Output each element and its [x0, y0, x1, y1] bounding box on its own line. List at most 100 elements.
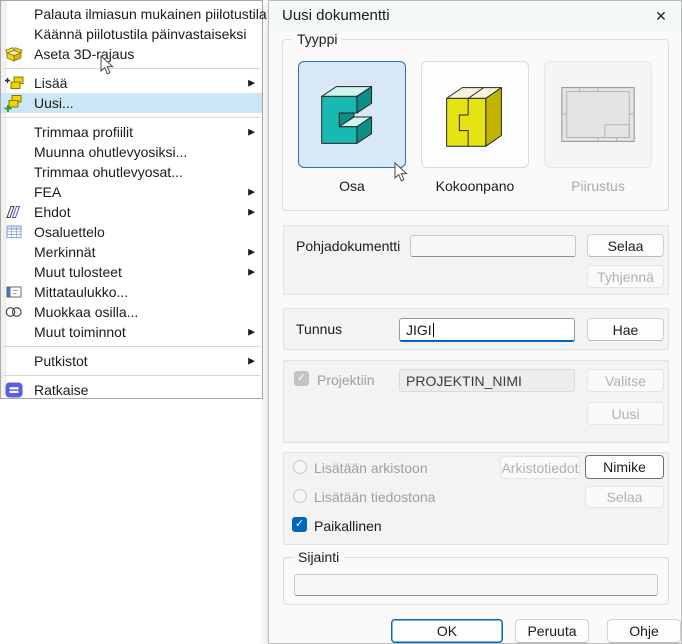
- menu-item-label: Putkistot: [34, 353, 88, 369]
- menu-separator: [1, 371, 262, 380]
- type-option-piirustus: [544, 61, 652, 168]
- mouse-cursor: [394, 162, 408, 188]
- type-label-piirustus: Piirustus: [544, 178, 652, 194]
- project-label: Projektiin: [317, 372, 375, 388]
- menu-item-label: Palauta ilmiasun mukainen piilotustila: [34, 6, 267, 22]
- new-project-button: Uusi: [587, 402, 664, 425]
- menu-separator: [1, 342, 262, 351]
- edit-with-parts-icon: [3, 303, 25, 321]
- menu-item-label: Mittataulukko...: [34, 284, 128, 300]
- base-document-label: Pohjadokumentti: [296, 238, 400, 254]
- menu-item-ehdot[interactable]: Ehdot ▶: [1, 202, 262, 222]
- menu-separator: [1, 64, 262, 73]
- help-button[interactable]: Ohje: [607, 619, 681, 643]
- submenu-arrow-icon: ▶: [248, 187, 255, 198]
- menu-item-label: Käännä piilotustila päinvastaiseksi: [34, 26, 246, 42]
- identifier-label: Tunnus: [296, 321, 342, 337]
- mouse-cursor: [100, 55, 114, 81]
- menu-item-trimmaa-profiilit[interactable]: Trimmaa profiilit ▶: [1, 122, 262, 142]
- menu-item-label: Ehdot: [34, 204, 71, 220]
- location-groupbox-label: Sijainti: [293, 549, 344, 566]
- new-document-dialog: Uusi dokumentti ✕ Tyyppi: [268, 0, 682, 644]
- browse-file-button: Selaa: [585, 486, 664, 508]
- drawing-sheet-icon: [554, 71, 642, 159]
- submenu-arrow-icon: ▶: [248, 267, 255, 278]
- menu-item-ratkaise[interactable]: Ratkaise: [1, 380, 262, 400]
- clear-base-document-button: Tyhjennä: [587, 265, 664, 288]
- ok-button[interactable]: OK: [391, 619, 503, 643]
- menu-separator: [1, 113, 262, 122]
- project-checkbox: ✓: [294, 371, 309, 386]
- dialog-titlebar: Uusi dokumentti ✕: [269, 1, 681, 31]
- submenu-arrow-icon: ▶: [248, 327, 255, 338]
- type-option-osa[interactable]: [298, 61, 406, 168]
- menu-item-label: Ratkaise: [34, 382, 88, 398]
- menu-item-kaanna-piilotustila[interactable]: Käännä piilotustila päinvastaiseksi: [1, 24, 262, 44]
- location-groupbox: Sijainti: [283, 557, 669, 605]
- archive-radio: [293, 460, 307, 474]
- menu-item-osaluettelo[interactable]: Osaluettelo: [1, 222, 262, 242]
- menu-item-label: Muunna ohutlevyosiksi...: [34, 144, 187, 160]
- menu-item-label: Trimmaa profiilit: [34, 124, 133, 140]
- menu-item-label: FEA: [34, 184, 61, 200]
- file-radio-label: Lisätään tiedostona: [314, 489, 435, 505]
- menu-item-aseta-3d-rajaus[interactable]: Aseta 3D-rajaus: [1, 44, 262, 64]
- type-option-kokoonpano[interactable]: [421, 61, 529, 168]
- menu-item-putkistot[interactable]: Putkistot ▶: [1, 351, 262, 371]
- solve-icon: [3, 381, 25, 399]
- archive-radio-label: Lisätään arkistoon: [314, 460, 428, 476]
- menu-item-merkinnat[interactable]: Merkinnät ▶: [1, 242, 262, 262]
- menu-item-muokkaa-osilla[interactable]: Muokkaa osilla...: [1, 302, 262, 322]
- select-project-button: Valitse: [587, 369, 664, 392]
- cancel-button[interactable]: Peruuta: [515, 619, 589, 643]
- context-menu: Palauta ilmiasun mukainen piilotustila K…: [0, 0, 263, 399]
- menu-item-muut-toiminnot[interactable]: Muut toiminnot ▶: [1, 322, 262, 342]
- submenu-arrow-icon: ▶: [248, 207, 255, 218]
- base-document-panel: Pohjadokumentti Selaa Tyhjennä: [283, 225, 669, 295]
- type-label-kokoonpano: Kokoonpano: [421, 178, 529, 194]
- menu-item-label: Muut tulosteet: [34, 264, 122, 280]
- menu-item-muut-tulosteet[interactable]: Muut tulosteet ▶: [1, 262, 262, 282]
- menu-item-muunna-ohutlevyosiksi[interactable]: Muunna ohutlevyosiksi...: [1, 142, 262, 162]
- dimension-table-icon: [3, 283, 25, 301]
- part-list-icon: [3, 223, 25, 241]
- archive-info-button: Arkistotiedot: [500, 456, 580, 479]
- menu-item-label: Trimmaa ohutlevyosat...: [34, 164, 183, 180]
- location-field: [294, 574, 658, 596]
- local-checkbox[interactable]: ✓: [292, 517, 307, 532]
- type-groupbox-label: Tyyppi: [292, 31, 342, 48]
- menu-item-palauta-piilotustila[interactable]: Palauta ilmiasun mukainen piilotustila: [1, 4, 262, 24]
- assembly-3d-icon: [431, 71, 519, 159]
- project-panel: ✓ Projektiin PROJEKTIN_NIMI Valitse Uusi: [283, 360, 669, 443]
- menu-item-label: Osaluettelo: [34, 224, 105, 240]
- menu-item-label: Uusi...: [34, 95, 74, 111]
- identifier-value: JIGI: [406, 322, 432, 338]
- browse-base-document-button[interactable]: Selaa: [587, 234, 664, 257]
- submenu-arrow-icon: ▶: [248, 247, 255, 258]
- part-3d-icon: [308, 71, 396, 159]
- fetch-identifier-button[interactable]: Hae: [587, 318, 664, 341]
- add-component-icon: [3, 74, 25, 92]
- base-document-field[interactable]: [410, 235, 576, 257]
- new-component-icon: [3, 94, 25, 112]
- close-icon[interactable]: ✕: [649, 5, 673, 27]
- dialog-title: Uusi dokumentti: [282, 1, 390, 31]
- title-block-button[interactable]: Nimike: [585, 455, 664, 479]
- project-name-field: PROJEKTIN_NIMI: [399, 369, 575, 392]
- menu-item-mittataulukko[interactable]: Mittataulukko...: [1, 282, 262, 302]
- menu-item-fea[interactable]: FEA ▶: [1, 182, 262, 202]
- submenu-arrow-icon: ▶: [248, 127, 255, 138]
- 3d-clip-box-icon: [3, 45, 25, 63]
- menu-item-lisaa[interactable]: Lisää ▶: [1, 73, 262, 93]
- submenu-arrow-icon: ▶: [248, 356, 255, 367]
- menu-item-label: Merkinnät: [34, 244, 95, 260]
- menu-item-label: Muokkaa osilla...: [34, 304, 138, 320]
- menu-item-trimmaa-ohutlevyosat[interactable]: Trimmaa ohutlevyosat...: [1, 162, 262, 182]
- menu-item-uusi[interactable]: Uusi...: [1, 93, 262, 113]
- identifier-input[interactable]: JIGI: [399, 318, 575, 342]
- identifier-panel: Tunnus JIGI Hae: [283, 308, 669, 350]
- menu-item-label: Lisää: [34, 75, 67, 91]
- type-groupbox: Tyyppi: [282, 39, 669, 211]
- text-caret: [433, 323, 434, 337]
- file-radio: [293, 489, 307, 503]
